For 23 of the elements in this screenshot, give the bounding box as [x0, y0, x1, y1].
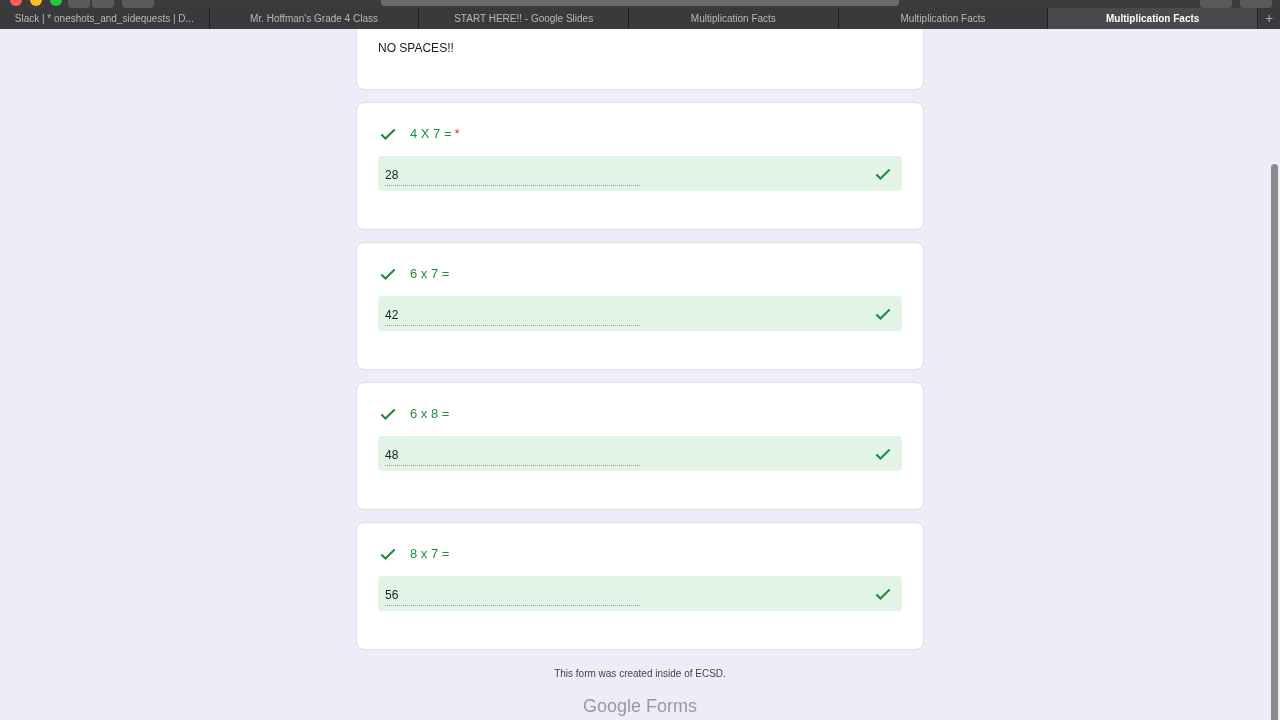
new-tab-button[interactable]: +: [1258, 8, 1280, 29]
answer-value: 48: [385, 441, 640, 466]
required-mark: *: [454, 125, 460, 144]
browser-tab[interactable]: Mr. Hoffman's Grade 4 Class: [209, 8, 420, 29]
answer-value: 28: [385, 161, 640, 186]
answer-value: 42: [385, 301, 640, 326]
browser-tab[interactable]: Multiplication Facts: [1048, 8, 1259, 29]
question-title: 8 x 7 =: [410, 545, 450, 564]
answer-field[interactable]: 28: [378, 156, 902, 191]
footer-note: This form was created inside of ECSD.: [554, 667, 726, 681]
instruction-text: NO SPACES!!: [378, 41, 454, 55]
brand-logo-text: Google Forms: [582, 695, 697, 718]
question-title: 6 x 7 =: [410, 265, 450, 284]
answer-field[interactable]: 42: [378, 296, 902, 331]
browser-tab[interactable]: START HERE!! - Google Slides: [419, 8, 629, 29]
browser-tab[interactable]: Slack | * oneshots_and_sidequests | D...: [0, 8, 210, 29]
answer-value: 56: [385, 581, 640, 606]
browser-tab[interactable]: Multiplication Facts: [629, 8, 839, 29]
question-title: 6 x 8 =: [410, 405, 450, 424]
browser-tab[interactable]: Multiplication Facts: [838, 8, 1049, 29]
answer-field[interactable]: 48: [378, 436, 902, 471]
question-title: 4 X 7 =: [410, 125, 452, 144]
answer-field[interactable]: 56: [378, 576, 902, 611]
